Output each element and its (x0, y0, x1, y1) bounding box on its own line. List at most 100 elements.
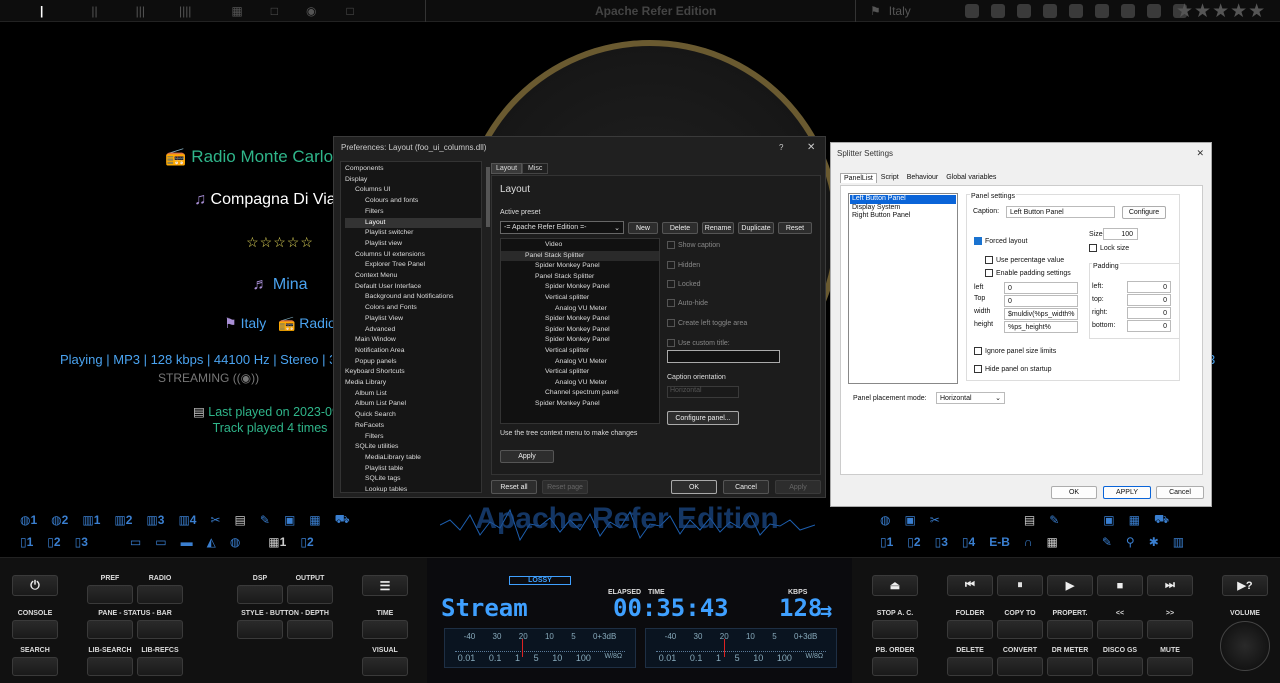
delete-button[interactable] (947, 657, 993, 676)
layout-tree-item[interactable]: Vertical splitter (501, 293, 659, 304)
pin-icon[interactable]: ✎ (1102, 535, 1112, 549)
tree-item[interactable]: Media Library (345, 378, 481, 389)
pane-button[interactable] (87, 620, 133, 639)
car-icon[interactable]: ⛟ (335, 512, 350, 528)
panel-list-item[interactable]: Display System (850, 204, 956, 213)
help-icon[interactable]: ? (779, 143, 783, 152)
depth-button[interactable] (287, 620, 333, 639)
splitter-cancel-button[interactable]: Cancel (1156, 486, 1204, 499)
panel-list-item[interactable]: Right Button Panel (850, 212, 956, 221)
tree-item[interactable]: Components (345, 164, 481, 175)
bars-icon-4[interactable]: ▥4 (178, 513, 196, 527)
ok-button[interactable]: OK (671, 480, 717, 494)
layout-tree-item[interactable]: Spider Monkey Panel (501, 335, 659, 346)
tree-item[interactable]: Keyboard Shortcuts (345, 367, 481, 378)
tab-global-variables[interactable]: Global variables (942, 173, 1000, 183)
lastfm-icon[interactable] (1017, 4, 1031, 18)
film-icon[interactable]: ▦ (309, 513, 320, 527)
keypad-icon[interactable]: ▦ (1046, 535, 1057, 549)
tree-scrollbar[interactable] (486, 167, 490, 227)
close-icon[interactable]: ✕ (1196, 148, 1204, 159)
record-icon[interactable]: ◉ (296, 4, 326, 18)
pad-top-input[interactable]: 0 (1127, 294, 1171, 306)
height-input[interactable]: %ps_height% (1004, 321, 1078, 333)
tree-item[interactable]: Colors and Fonts (345, 303, 481, 314)
pad-bottom-input[interactable]: 0 (1127, 320, 1171, 332)
doc-icon-2[interactable]: ▯2 (907, 535, 920, 549)
disc-icon[interactable]: ◍ (880, 513, 890, 527)
layout-tree-item[interactable]: Panel Stack Splitter (501, 272, 659, 283)
rating-stars-icon[interactable]: ★★★★★ (1176, 0, 1266, 23)
splitter-ok-button[interactable]: OK (1051, 486, 1097, 499)
tree-item[interactable]: Layout (345, 217, 481, 229)
country-text[interactable]: Italy (241, 315, 267, 331)
tree-item[interactable]: ReFacets (345, 421, 481, 432)
reset-preset-button[interactable]: Reset (778, 222, 812, 234)
new-preset-button[interactable]: New (628, 222, 658, 234)
power-button[interactable]: ⏻ (12, 575, 58, 596)
previous-button[interactable]: ⏮ (947, 575, 993, 596)
layout-tree-item[interactable]: Spider Monkey Panel (501, 399, 659, 410)
search-button[interactable] (12, 657, 58, 676)
layout-tree-item[interactable]: Spider Monkey Panel (501, 282, 659, 293)
bars-icon-2[interactable]: ▥2 (114, 513, 132, 527)
tree-item[interactable]: Background and Notifications (345, 292, 481, 303)
layout-tree-item[interactable]: Analog VU Meter (501, 378, 659, 389)
layout-tree-item[interactable]: Panel Stack Splitter (501, 250, 659, 262)
seek-forward-button[interactable] (1147, 620, 1193, 639)
top-input[interactable]: 0 (1004, 295, 1078, 307)
tree-item[interactable]: Notification Area (345, 346, 481, 357)
lock-size-checkbox[interactable]: Lock size (1089, 244, 1129, 252)
output-button[interactable] (287, 585, 333, 604)
width-input[interactable]: $muldiv(%ps_width% (1004, 308, 1078, 320)
gear-icon[interactable]: ✱ (1149, 535, 1159, 549)
film-icon[interactable]: ▦ (1129, 513, 1140, 527)
apply-layout-button[interactable]: Apply (500, 450, 554, 463)
view-tab-2[interactable]: || (81, 4, 107, 18)
pad-right-input[interactable]: 0 (1127, 307, 1171, 319)
layout-tree-item[interactable]: Video (501, 240, 659, 251)
doc-icon[interactable]: ▯1 (20, 535, 33, 549)
tree-item[interactable]: Lookup tables (345, 485, 481, 492)
car-icon[interactable]: ⛟ (1154, 512, 1169, 528)
tab-behaviour[interactable]: Behaviour (903, 173, 943, 183)
layout-tree-item[interactable]: Vertical splitter (501, 346, 659, 357)
configure-button[interactable]: Configure (1122, 206, 1166, 219)
headphones-icon[interactable]: ∩ (1024, 535, 1033, 549)
tree-item[interactable]: SQLite utilities (345, 442, 481, 453)
configure-panel-button[interactable]: Configure panel... (667, 411, 739, 425)
auto-hide-checkbox[interactable]: Auto-hide (667, 299, 708, 307)
layout-tree-item[interactable]: Spider Monkey Panel (501, 314, 659, 325)
layout-tree-item[interactable]: Vertical splitter (501, 367, 659, 378)
keypad-icon[interactable]: ▦1 (268, 535, 286, 549)
style-button[interactable] (237, 620, 283, 639)
splitter-apply-button[interactable]: APPLY (1103, 486, 1151, 499)
tree-item[interactable]: Advanced (345, 325, 481, 336)
link-icon[interactable] (965, 4, 979, 18)
grid-icon[interactable]: ▦ (221, 4, 252, 18)
disc-icon[interactable]: ◍1 (20, 513, 37, 527)
tree-item[interactable]: Default User Interface (345, 282, 481, 293)
tree-item[interactable]: Main Window (345, 335, 481, 346)
custom-title-input[interactable] (667, 350, 780, 363)
menu-button[interactable]: ☰ (362, 575, 408, 596)
caption-orientation-select[interactable]: Horizontal (667, 386, 739, 398)
rating-stars[interactable]: ★★★★★ (1176, 0, 1266, 22)
delete-preset-button[interactable]: Delete (662, 222, 698, 234)
stop-ac-button[interactable] (872, 620, 918, 639)
eject-button[interactable]: ⏏ (872, 575, 918, 596)
layout-tree-item[interactable]: Analog VU Meter (501, 304, 659, 315)
tab-panellist[interactable]: PanelList (840, 173, 877, 183)
random-button[interactable]: ▶? (1222, 575, 1268, 596)
google-icon[interactable] (991, 4, 1005, 18)
tree-item[interactable]: SQLite tags (345, 474, 481, 485)
document-icon[interactable]: ▤ (235, 513, 246, 527)
hidden-checkbox[interactable]: Hidden (667, 261, 700, 269)
doc-icon-3[interactable]: ▯3 (935, 535, 948, 549)
search-icon[interactable]: ⚲ (1126, 535, 1135, 549)
radio-button[interactable] (137, 585, 183, 604)
tree-item[interactable]: Playlist View (345, 314, 481, 325)
pb-order-button[interactable] (872, 657, 918, 676)
left-toggle-checkbox[interactable]: Create left toggle area (667, 319, 747, 327)
layout-tree-item[interactable]: Spider Monkey Panel (501, 325, 659, 336)
